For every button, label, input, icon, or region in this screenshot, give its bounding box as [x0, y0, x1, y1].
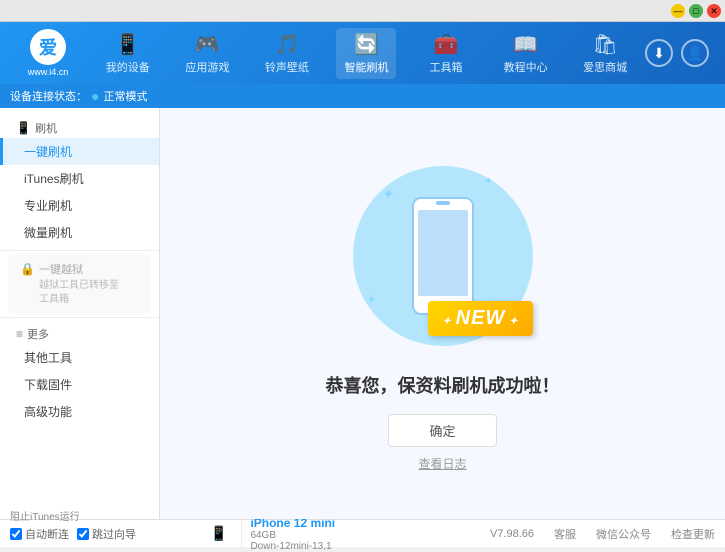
skip-guide-input[interactable] — [77, 528, 89, 540]
device-section: 📱 iPhone 12 mini 64GB Down-12mini-13,1 — [210, 516, 490, 552]
nav-my-device-label: 我的设备 — [106, 59, 150, 75]
bottom-left: 自动断连 跳过向导 — [10, 526, 210, 542]
auto-close-label: 自动断连 — [25, 526, 69, 542]
smart-flash-icon: 🔄 — [354, 32, 379, 57]
nav-tutorial[interactable]: 📖 教程中心 — [496, 28, 556, 79]
skip-guide-label: 跳过向导 — [92, 526, 136, 542]
app-game-icon: 🎮 — [195, 32, 220, 57]
nav-smart-flash-label: 智能刷机 — [344, 59, 388, 75]
update-link[interactable]: 检查更新 — [671, 526, 715, 542]
flash-section-icon: 📱 — [16, 121, 31, 135]
success-text: 恭喜您，保资料刷机成功啦！ — [326, 372, 560, 398]
version-label: V7.98.66 — [490, 528, 534, 540]
nav-app-game[interactable]: 🎮 应用游戏 — [177, 28, 237, 79]
main-content: ✦ ✦ ✦ NEW 恭喜您，保资料刷机成功啦！ 确定 查看日志 — [160, 108, 725, 519]
nav-toolbox-label: 工具箱 — [430, 59, 463, 75]
device-model: Down-12mini-13,1 — [250, 541, 335, 552]
locked-desc: 越狱工具已转移至工具箱 — [39, 279, 119, 307]
sidebar-item-save-flash[interactable]: 微量刷机 — [0, 219, 159, 246]
status-value: 正常模式 — [103, 88, 147, 104]
nav-my-device[interactable]: 📱 我的设备 — [98, 28, 158, 79]
ringtone-icon: 🎵 — [274, 32, 299, 57]
sidebar-divider-1 — [0, 250, 159, 251]
title-bar: — □ ✕ — [0, 0, 725, 22]
bottom-bar: 自动断连 跳过向导 📱 iPhone 12 mini 64GB Down-12m… — [0, 519, 725, 547]
nav-shop-label: 爱思商城 — [583, 59, 627, 75]
sidebar-divider-2 — [0, 317, 159, 318]
logo-url: www.i4.cn — [28, 67, 69, 77]
my-device-icon: 📱 — [115, 32, 140, 57]
device-illustration: ✦ ✦ ✦ NEW — [343, 156, 543, 356]
minimize-button[interactable]: — — [671, 4, 685, 18]
sidebar-item-one-click-flash[interactable]: 一键刷机 — [0, 138, 159, 165]
tutorial-icon: 📖 — [513, 32, 538, 57]
nav-toolbox[interactable]: 🧰 工具箱 — [416, 28, 476, 79]
bottom-right: V7.98.66 客服 微信公众号 检查更新 — [490, 526, 715, 542]
status-bar: 设备连接状态： ● 正常模式 — [0, 84, 725, 108]
sidebar-item-pro-flash[interactable]: 专业刷机 — [0, 192, 159, 219]
header-right: ⬇ 👤 — [645, 39, 717, 67]
device-storage: 64GB — [250, 530, 335, 541]
more-section-title: ≡ 更多 — [0, 322, 159, 344]
sidebar-item-itunes-flash[interactable]: iTunes刷机 — [0, 165, 159, 192]
nav-app-game-label: 应用游戏 — [185, 59, 229, 75]
sidebar: 📱 刷机 一键刷机 iTunes刷机 专业刷机 微量刷机 🔒 一键越狱 越狱工具… — [0, 108, 160, 519]
flash-section-label: 刷机 — [35, 120, 57, 136]
header: 爱 www.i4.cn 📱 我的设备 🎮 应用游戏 🎵 铃声壁纸 🔄 智能刷机 … — [0, 22, 725, 84]
phone-svg — [408, 196, 478, 316]
device-info: iPhone 12 mini 64GB Down-12mini-13,1 — [241, 516, 335, 552]
close-button[interactable]: ✕ — [707, 4, 721, 18]
nav-ringtone[interactable]: 🎵 铃声壁纸 — [257, 28, 317, 79]
sidebar-item-advanced[interactable]: 高级功能 — [0, 398, 159, 425]
content-area: 📱 刷机 一键刷机 iTunes刷机 专业刷机 微量刷机 🔒 一键越狱 越狱工具… — [0, 108, 725, 519]
sparkle-3: ✦ — [368, 295, 376, 306]
more-section-icon: ≡ — [16, 327, 23, 341]
new-badge: NEW — [428, 301, 532, 336]
skip-guide-checkbox[interactable]: 跳过向导 — [77, 526, 136, 542]
sparkle-2: ✦ — [484, 176, 492, 187]
toolbox-icon: 🧰 — [434, 32, 459, 57]
locked-title: 一键越狱 — [39, 261, 119, 277]
sidebar-item-other-tools[interactable]: 其他工具 — [0, 344, 159, 371]
confirm-button[interactable]: 确定 — [388, 414, 496, 447]
logo-area: 爱 www.i4.cn — [8, 29, 88, 77]
sidebar-locked-item: 🔒 一键越狱 越狱工具已转移至工具箱 — [8, 255, 151, 313]
shop-icon: 🛍 — [592, 32, 617, 57]
flash-section-title: 📱 刷机 — [0, 116, 159, 138]
sparkle-1: ✦ — [383, 186, 395, 203]
status-label: 设备连接状态： — [10, 88, 87, 104]
lock-icon: 🔒 — [20, 262, 35, 276]
nav-shop[interactable]: 🛍 爱思商城 — [575, 28, 635, 79]
auto-close-input[interactable] — [10, 528, 22, 540]
nav-smart-flash[interactable]: 🔄 智能刷机 — [336, 28, 396, 79]
service-link[interactable]: 客服 — [554, 526, 576, 542]
nav-bar: 📱 我的设备 🎮 应用游戏 🎵 铃声壁纸 🔄 智能刷机 🧰 工具箱 📖 教程中心… — [88, 28, 645, 79]
device-phone-icon: 📱 — [210, 525, 227, 542]
view-log-link[interactable]: 查看日志 — [418, 455, 466, 472]
download-button[interactable]: ⬇ — [645, 39, 673, 67]
stop-itunes: 阻止iTunes运行 — [10, 508, 80, 523]
nav-tutorial-label: 教程中心 — [504, 59, 548, 75]
auto-close-checkbox[interactable]: 自动断连 — [10, 526, 69, 542]
status-dot: ● — [91, 88, 99, 104]
restore-button[interactable]: □ — [689, 4, 703, 18]
more-section-label: 更多 — [27, 326, 49, 342]
logo-icon: 爱 — [30, 29, 66, 65]
sidebar-item-download-fw[interactable]: 下载固件 — [0, 371, 159, 398]
nav-ringtone-label: 铃声壁纸 — [265, 59, 309, 75]
user-button[interactable]: 👤 — [681, 39, 709, 67]
wechat-link[interactable]: 微信公众号 — [596, 526, 651, 542]
